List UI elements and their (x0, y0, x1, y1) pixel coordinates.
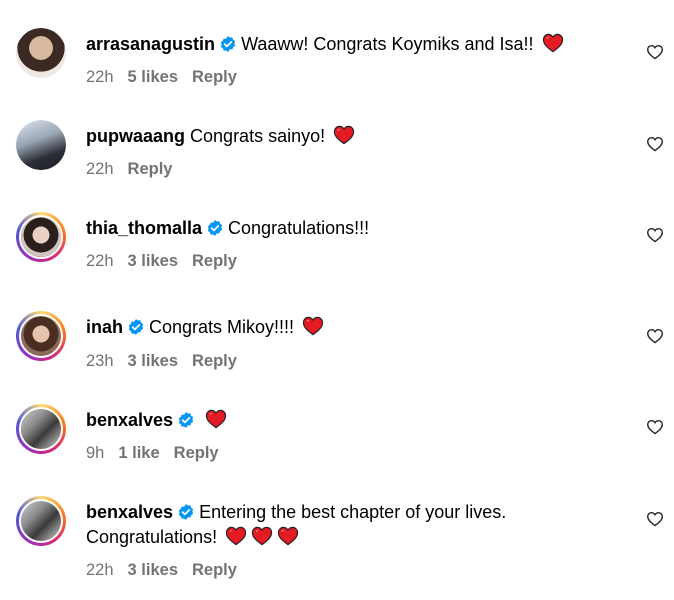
comment-time[interactable]: 22h (86, 561, 114, 579)
heart-outline-icon[interactable] (646, 328, 664, 344)
red-heart-emoji (205, 409, 227, 429)
avatar[interactable] (16, 311, 66, 361)
reply-button[interactable]: Reply (192, 68, 237, 86)
comment-text: Congrats Mikoy!!!! (149, 317, 295, 337)
red-heart-emoji (542, 33, 564, 53)
comment-text: Waaww! Congrats Koymiks and Isa!! (241, 34, 534, 54)
verified-badge-icon (206, 219, 224, 237)
comment-likes[interactable]: 5 likes (128, 68, 178, 86)
comment-likes[interactable]: 3 likes (128, 252, 178, 270)
verified-badge-icon (127, 318, 145, 336)
avatar[interactable] (16, 28, 66, 78)
reply-button[interactable]: Reply (192, 352, 237, 370)
red-heart-emoji (251, 526, 273, 546)
comment-text: Congrats sainyo! (190, 126, 326, 146)
comment-username[interactable]: arrasanagustin (86, 34, 215, 54)
red-heart-emoji (277, 526, 299, 546)
reply-button[interactable]: Reply (192, 561, 237, 579)
comment-meta: 22h 3 likes Reply (86, 561, 251, 580)
avatar[interactable] (16, 496, 66, 546)
verified-badge-icon (219, 35, 237, 53)
comment-body: thia_thomalla Congratulations!!! (86, 216, 618, 241)
comment-text-line2: Congratulations! (86, 527, 218, 547)
comment-time[interactable]: 9h (86, 444, 104, 462)
comment-meta: 22h 5 likes Reply (86, 68, 251, 87)
comment-meta: 9h 1 like Reply (86, 444, 233, 463)
reply-button[interactable]: Reply (192, 252, 237, 270)
comment-username[interactable]: pupwaaang (86, 126, 185, 146)
comment-text: Entering the best chapter of your lives. (199, 502, 507, 522)
verified-badge-icon (177, 411, 195, 429)
comment-likes[interactable]: 3 likes (128, 352, 178, 370)
comment-time[interactable]: 22h (86, 160, 114, 178)
heart-outline-icon[interactable] (646, 511, 664, 527)
red-heart-emoji (333, 125, 355, 145)
comment-username[interactable]: benxalves (86, 502, 173, 522)
heart-outline-icon[interactable] (646, 419, 664, 435)
red-heart-emoji (225, 526, 247, 546)
comment-time[interactable]: 23h (86, 352, 114, 370)
comment-body: inah Congrats Mikoy!!!! (86, 315, 618, 340)
comment-body: benxalves (86, 408, 618, 433)
heart-outline-icon[interactable] (646, 227, 664, 243)
avatar[interactable] (16, 120, 66, 170)
comment-likes[interactable]: 1 like (118, 444, 159, 462)
heart-outline-icon[interactable] (646, 44, 664, 60)
comment-meta: 23h 3 likes Reply (86, 352, 251, 371)
comment-meta: 22h Reply (86, 160, 186, 179)
avatar[interactable] (16, 404, 66, 454)
comment-meta: 22h 3 likes Reply (86, 252, 251, 271)
comment-username[interactable]: inah (86, 317, 123, 337)
comment-time[interactable]: 22h (86, 252, 114, 270)
reply-button[interactable]: Reply (128, 160, 173, 178)
reply-button[interactable]: Reply (174, 444, 219, 462)
comment-likes[interactable]: 3 likes (128, 561, 178, 579)
comment-body: benxalves Entering the best chapter of yo… (86, 500, 618, 550)
comment-text: Congratulations!!! (228, 218, 370, 238)
avatar[interactable] (16, 212, 66, 262)
comment-body: arrasanagustin Waaww! Congrats Koymiks an… (86, 32, 618, 57)
heart-outline-icon[interactable] (646, 136, 664, 152)
comment-username[interactable]: benxalves (86, 410, 173, 430)
comment-username[interactable]: thia_thomalla (86, 218, 202, 238)
comment-body: pupwaaang Congrats sainyo! (86, 124, 618, 149)
comment-time[interactable]: 22h (86, 68, 114, 86)
verified-badge-icon (177, 503, 195, 521)
red-heart-emoji (302, 316, 324, 336)
